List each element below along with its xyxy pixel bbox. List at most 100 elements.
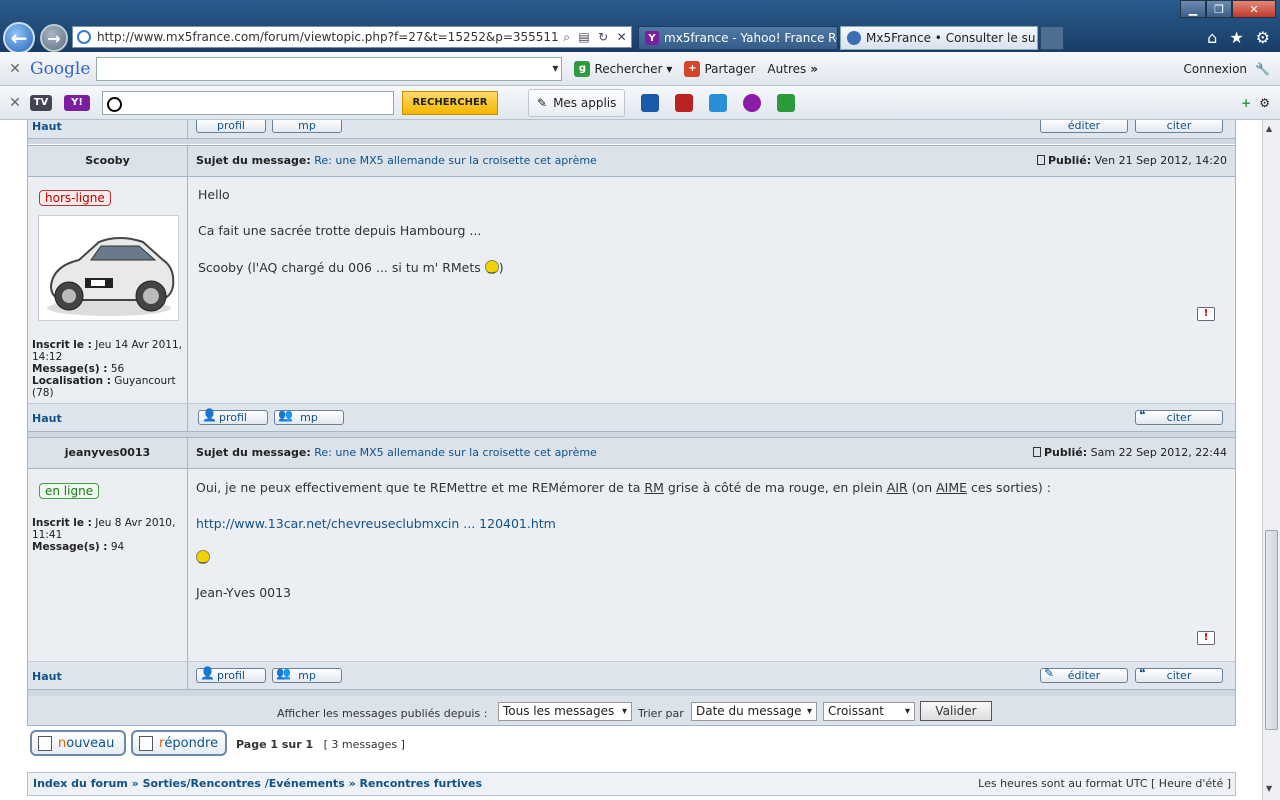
post-body: hors-ligne Inscrit le : Jeu 14 Avr 2011,… bbox=[28, 177, 1235, 403]
text: Scooby (l'AQ chargé du 006 ... si tu m' … bbox=[198, 260, 481, 275]
post-icon[interactable] bbox=[1037, 155, 1045, 165]
pm-button[interactable]: 👥 mp bbox=[272, 666, 342, 683]
submit-button[interactable]: Valider bbox=[920, 701, 992, 721]
document-icon bbox=[139, 736, 153, 751]
document-icon bbox=[38, 736, 52, 751]
breadcrumb-item[interactable]: Rencontres furtives bbox=[360, 777, 482, 790]
compat-icon[interactable]: ▤ bbox=[578, 30, 589, 45]
breadcrumb-item[interactable]: Index du forum bbox=[33, 777, 128, 790]
report-button[interactable]: ! bbox=[1197, 631, 1215, 645]
post-author[interactable]: Scooby bbox=[28, 146, 187, 176]
sort-dir-select[interactable]: Croissant bbox=[823, 702, 915, 721]
google-search-input[interactable] bbox=[96, 56, 563, 81]
edit-button[interactable]: ✎ éditer bbox=[1040, 666, 1128, 683]
pm-button[interactable]: mp bbox=[272, 120, 342, 133]
weather-icon[interactable] bbox=[743, 93, 762, 112]
back-button[interactable]: ← bbox=[3, 22, 35, 54]
my-apps-button[interactable]: ✎ Mes applis bbox=[528, 88, 626, 117]
label: éditer bbox=[1067, 120, 1101, 132]
scroll-thumb[interactable] bbox=[1265, 530, 1278, 730]
post-author[interactable]: jeanyves0013 bbox=[28, 438, 187, 468]
scroll-down-icon[interactable]: ▼ bbox=[1266, 784, 1272, 793]
vertical-scrollbar[interactable]: ▲ ▼ bbox=[1262, 120, 1280, 800]
sort-label: Trier par bbox=[638, 707, 684, 720]
close-window-button[interactable]: ✕ bbox=[1232, 0, 1276, 18]
wrench-icon[interactable]: 🔧 bbox=[1255, 62, 1270, 76]
post-line: http://www.13car.net/chevreuseclubmxcin … bbox=[196, 516, 556, 532]
breadcrumb-sep: » bbox=[131, 777, 139, 790]
acronym: RM bbox=[644, 480, 664, 495]
post-separator bbox=[28, 138, 1235, 144]
browser-icons: ⌂ ★ ⚙ bbox=[1207, 28, 1270, 47]
label: épondre bbox=[164, 735, 219, 751]
favorites-icon[interactable]: ★ bbox=[1229, 28, 1243, 47]
maximize-button[interactable]: ❐ bbox=[1206, 0, 1232, 18]
forward-button[interactable]: → bbox=[40, 24, 68, 52]
profile-button[interactable]: profil bbox=[196, 120, 266, 133]
page-content: Haut profil mp éditer citer Scooby Sujet… bbox=[0, 120, 1262, 800]
settings-icon[interactable]: ⚙ bbox=[1256, 28, 1270, 47]
widget-icon[interactable] bbox=[777, 93, 796, 112]
new-topic-button[interactable]: n ouveau bbox=[30, 730, 126, 756]
top-link[interactable]: Haut bbox=[32, 120, 62, 133]
gear-icon[interactable]: ⚙ bbox=[1259, 96, 1270, 110]
address-bar[interactable]: http://www.mx5france.com/forum/viewtopic… bbox=[72, 26, 632, 48]
sort-bar: Afficher les messages publiés depuis : T… bbox=[27, 696, 1236, 726]
sort-key-select[interactable]: Date du message bbox=[691, 702, 817, 721]
quote-button[interactable]: ❝ citer bbox=[1135, 666, 1223, 683]
pm-button[interactable]: 👥 mp bbox=[274, 408, 344, 425]
tab-label: mx5france - Yahoo! France Rés... bbox=[664, 31, 837, 45]
profile-icon: 👤 bbox=[200, 666, 215, 680]
edit-button[interactable]: éditer bbox=[1040, 120, 1128, 133]
mail-icon[interactable] bbox=[709, 93, 728, 112]
profile-button[interactable]: 👤 profil bbox=[198, 408, 268, 425]
page-number: Page 1 sur 1 bbox=[236, 738, 314, 751]
search-icon[interactable]: ⌕ bbox=[563, 30, 570, 45]
post-footer: Haut 👤 profil 👥 mp ✎ éditer ❝ citer bbox=[28, 661, 1235, 689]
car-avatar-image bbox=[47, 237, 175, 316]
stop-icon[interactable]: ✕ bbox=[617, 30, 627, 45]
post-subject: Sujet du message: Re: une MX5 allemande … bbox=[196, 438, 597, 468]
tab-mx5france[interactable]: Mx5France • Consulter le su... ✕ bbox=[840, 26, 1038, 50]
reply-button[interactable]: r épondre bbox=[131, 730, 227, 756]
yahoo-search-button[interactable]: RECHERCHER bbox=[402, 90, 498, 115]
media-icon[interactable] bbox=[641, 93, 660, 112]
yahoo-icon[interactable]: Y! bbox=[64, 94, 90, 111]
tab-yahoo[interactable]: Y mx5france - Yahoo! France Rés... bbox=[638, 26, 838, 50]
google-search-button[interactable]: g Rechercher ▾ bbox=[574, 60, 672, 77]
share-button[interactable]: + Partager bbox=[684, 60, 755, 77]
post-link[interactable]: http://www.13car.net/chevreuseclubmxcin … bbox=[196, 516, 556, 531]
scroll-up-icon[interactable]: ▲ bbox=[1266, 124, 1272, 133]
quote-button[interactable]: ❝ citer bbox=[1135, 408, 1223, 425]
new-tab-button[interactable] bbox=[1040, 26, 1064, 50]
alert-icon[interactable] bbox=[675, 93, 694, 112]
quote-icon: ❝ bbox=[1139, 666, 1146, 680]
close-toolbar-icon[interactable]: ✕ bbox=[0, 61, 30, 77]
browser-chrome: ← → http://www.mx5france.com/forum/viewt… bbox=[0, 0, 1280, 120]
top-link[interactable]: Haut bbox=[32, 412, 62, 425]
close-toolbar-icon[interactable]: ✕ bbox=[0, 95, 30, 111]
google-login[interactable]: Connexion 🔧 bbox=[1184, 62, 1270, 76]
days-select[interactable]: Tous les messages bbox=[498, 702, 632, 721]
minimize-button[interactable]: ▁ bbox=[1180, 0, 1206, 18]
refresh-icon[interactable]: ↻ bbox=[598, 30, 608, 45]
post-line: Hello bbox=[198, 187, 230, 202]
top-link[interactable]: Haut bbox=[32, 670, 62, 683]
label: Localisation : bbox=[32, 375, 111, 387]
add-icon[interactable]: + bbox=[1241, 96, 1251, 110]
post-icon[interactable] bbox=[1032, 447, 1041, 457]
subject-link[interactable]: Re: une MX5 allemande sur la croisette c… bbox=[314, 446, 597, 459]
report-button[interactable]: ! bbox=[1197, 307, 1215, 321]
subject-link[interactable]: Re: une MX5 allemande sur la croisette c… bbox=[314, 154, 597, 167]
home-icon[interactable]: ⌂ bbox=[1207, 28, 1217, 47]
quote-button[interactable]: citer bbox=[1135, 120, 1223, 133]
profile-button[interactable]: 👤 profil bbox=[196, 666, 266, 683]
yahoo-search-input[interactable] bbox=[102, 90, 394, 115]
text: Oui, je ne peux effectivement que te REM… bbox=[196, 480, 645, 495]
breadcrumb-item[interactable]: Sorties/Rencontres /Evénements bbox=[143, 777, 345, 790]
label: Sujet du message: bbox=[196, 446, 311, 459]
pm-icon: 👥 bbox=[278, 408, 293, 422]
tv-icon[interactable]: TV bbox=[30, 94, 52, 111]
toolbar-gear[interactable]: + ⚙ bbox=[1241, 96, 1270, 110]
more-button[interactable]: Autres » bbox=[767, 62, 818, 76]
